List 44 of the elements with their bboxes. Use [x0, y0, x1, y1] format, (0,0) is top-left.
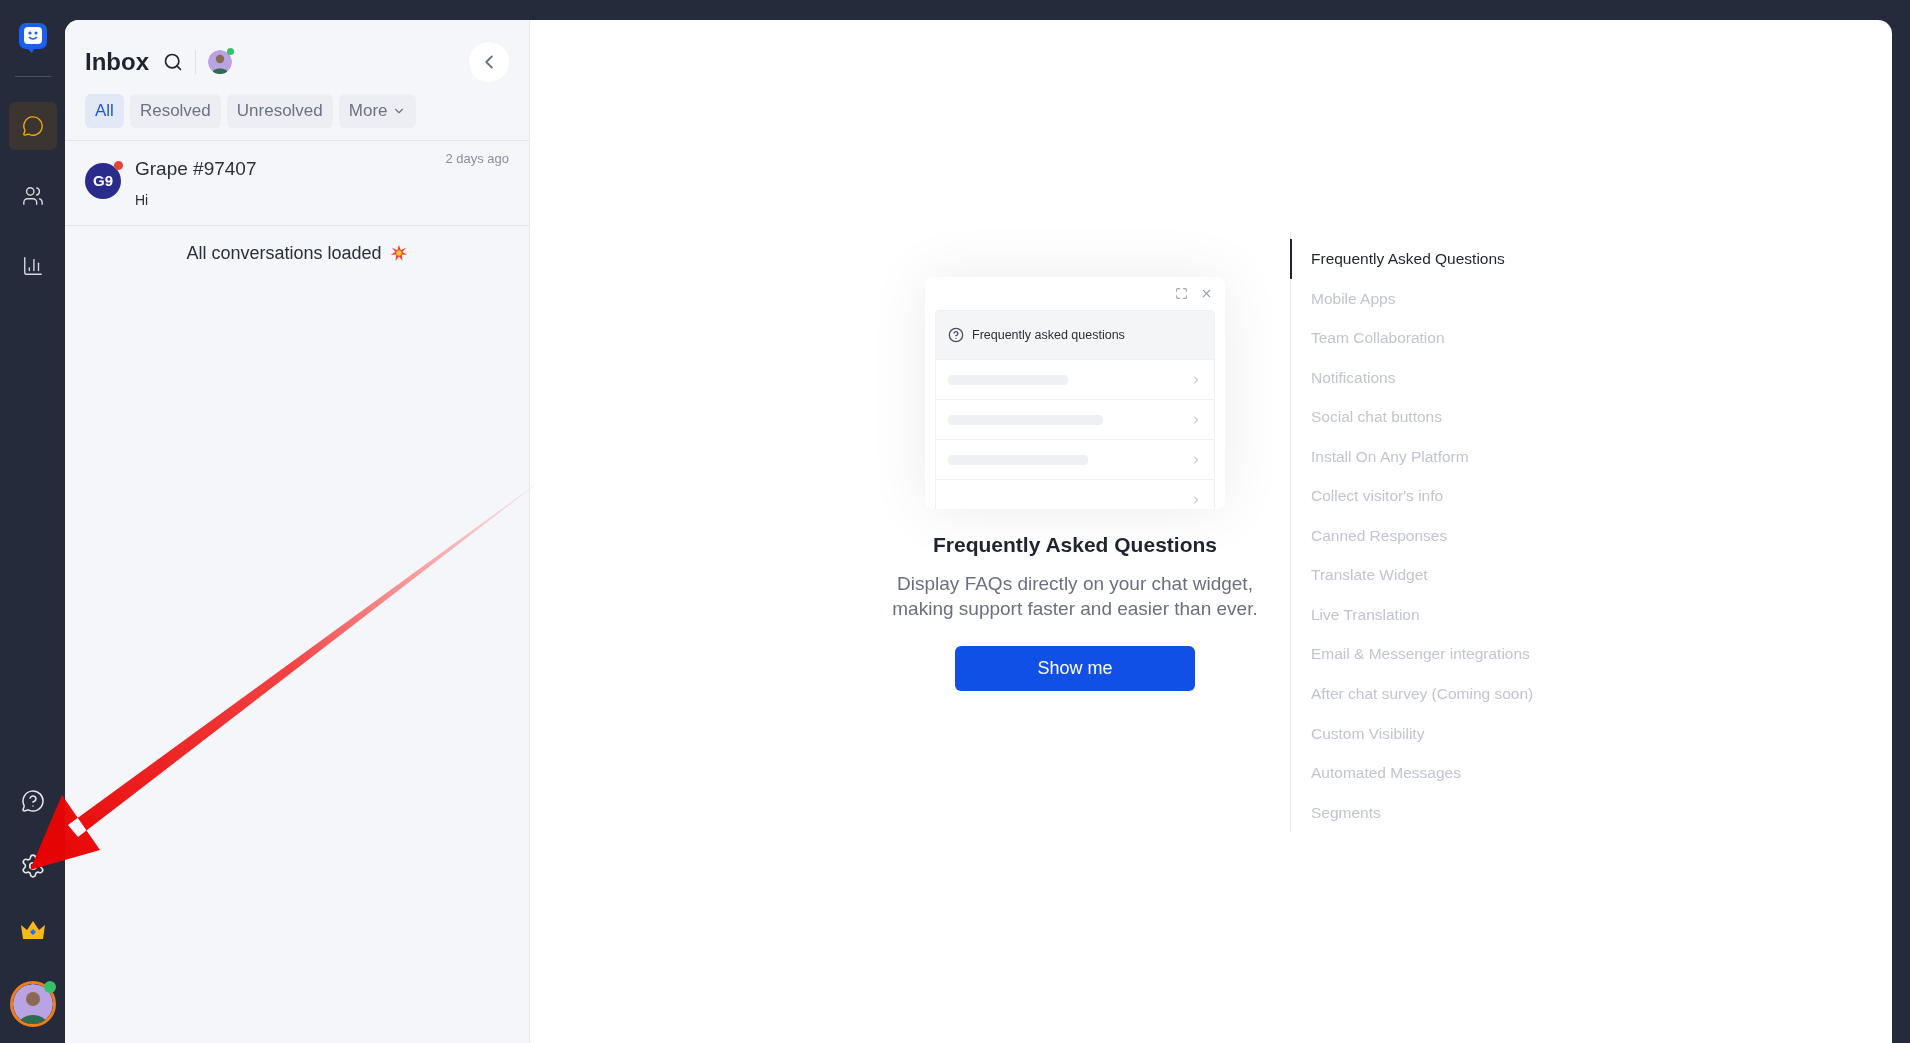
- filter-tab[interactable]: More: [338, 94, 416, 128]
- feature-link[interactable]: Social chat buttons: [1290, 397, 1534, 437]
- feature-link[interactable]: Notifications: [1290, 357, 1534, 398]
- inbox-title: Inbox: [85, 47, 149, 77]
- feature-link[interactable]: Install On Any Platform: [1290, 436, 1534, 477]
- app-logo-icon[interactable]: [17, 22, 48, 54]
- feature-link[interactable]: Live Translation: [1290, 594, 1534, 635]
- feature-title: Frequently Asked Questions: [933, 532, 1217, 558]
- user-avatar[interactable]: [9, 981, 56, 1027]
- feature-link[interactable]: Mobile Apps: [1290, 278, 1534, 319]
- crown-icon[interactable]: [18, 919, 47, 941]
- contacts-icon: [21, 185, 44, 207]
- feature-link[interactable]: After chat survey (Coming soon): [1290, 673, 1534, 714]
- reports-icon: [21, 255, 44, 277]
- feature-link[interactable]: Frequently Asked Questions: [1290, 239, 1534, 279]
- chat-icon: [21, 115, 44, 137]
- last-message: Hi: [135, 190, 149, 210]
- conversation-item[interactable]: G9 Grape #97407 Hi 2 days ago: [65, 141, 529, 226]
- search-icon[interactable]: [163, 52, 183, 72]
- loaded-message: All conversations loaded: [186, 241, 382, 265]
- filter-tab[interactable]: All: [85, 94, 124, 128]
- agent-avatar[interactable]: [208, 50, 232, 74]
- widget-title: Frequently asked questions: [972, 326, 1125, 344]
- contact-name: Grape #97407: [135, 157, 257, 181]
- feature-link[interactable]: Automated Messages: [1290, 752, 1534, 793]
- expand-icon: [1175, 287, 1188, 300]
- contact-avatar: G9: [85, 163, 121, 199]
- feature-link[interactable]: Segments: [1290, 792, 1534, 832]
- feature-link[interactable]: Email & Messenger integrations: [1290, 634, 1534, 674]
- message-time: 2 days ago: [445, 150, 509, 168]
- feature-description: Display FAQs directly on your chat widget, making support faster and easier than ever.: [891, 571, 1259, 621]
- feature-link[interactable]: Custom Visibility: [1290, 713, 1534, 753]
- filter-tab[interactable]: Unresolved: [226, 94, 333, 128]
- filter-tab[interactable]: Resolved: [129, 94, 221, 128]
- help-icon[interactable]: [20, 789, 45, 813]
- feature-link[interactable]: Canned Responses: [1290, 515, 1534, 556]
- burst-icon: [389, 244, 408, 262]
- chat-nav-button[interactable]: [8, 102, 57, 150]
- feature-link[interactable]: Collect visitor's info: [1290, 476, 1534, 516]
- feature-link[interactable]: Team Collaboration: [1290, 318, 1534, 358]
- close-icon: [1200, 287, 1213, 300]
- help-icon: [948, 327, 964, 343]
- feature-link[interactable]: Translate Widget: [1290, 555, 1534, 595]
- show-me-button[interactable]: Show me: [955, 645, 1195, 691]
